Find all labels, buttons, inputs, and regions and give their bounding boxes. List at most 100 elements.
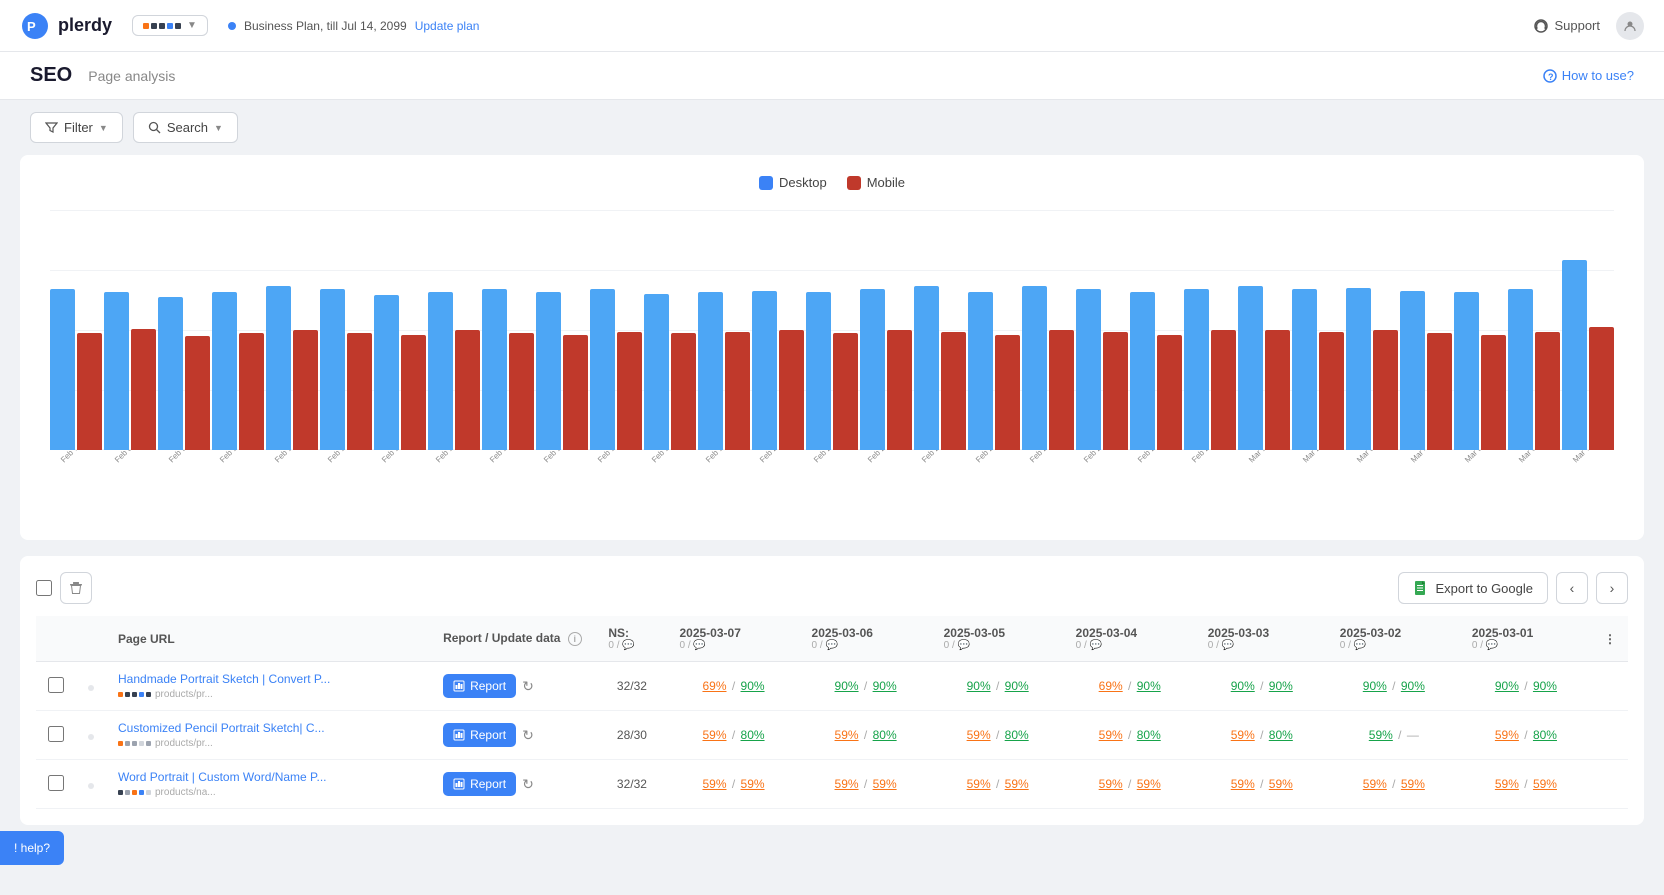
- score-link-s2[interactable]: 90%: [741, 679, 765, 693]
- report-button[interactable]: Report: [443, 674, 516, 698]
- score-link-s2[interactable]: 59%: [1269, 777, 1293, 791]
- score-cell: 90% / 90%: [1472, 679, 1580, 693]
- refresh-button[interactable]: ↻: [522, 727, 534, 744]
- th-date-4-value: 2025-03-03: [1208, 626, 1316, 640]
- score-link-s1[interactable]: 59%: [1231, 777, 1255, 791]
- report-button[interactable]: Report: [443, 723, 516, 747]
- score-link-s2[interactable]: 90%: [1533, 679, 1557, 693]
- bar-mobile: [239, 333, 264, 450]
- score-link-s1[interactable]: 69%: [1099, 679, 1123, 693]
- score-link-s1[interactable]: 59%: [702, 728, 726, 742]
- score-link-s2[interactable]: 80%: [741, 728, 765, 742]
- refresh-button[interactable]: ↻: [522, 678, 534, 695]
- bar-group: [644, 294, 696, 450]
- bar-desktop: [1508, 289, 1533, 450]
- score-link-s1[interactable]: 90%: [967, 679, 991, 693]
- legend-desktop-label: Desktop: [779, 175, 827, 190]
- score-link-s2[interactable]: 90%: [1005, 679, 1029, 693]
- support-button[interactable]: Support: [1533, 18, 1600, 34]
- cell-score-1: 90% / 90%: [800, 662, 932, 711]
- score-link-s1[interactable]: 69%: [702, 679, 726, 693]
- refresh-button[interactable]: ↻: [522, 776, 534, 793]
- bar-mobile: [1265, 330, 1290, 450]
- score-link-s1[interactable]: 90%: [835, 679, 859, 693]
- score-link-s1[interactable]: 90%: [1363, 679, 1387, 693]
- url-dot-4: [146, 692, 151, 697]
- th-date-3-value: 2025-03-04: [1076, 626, 1184, 640]
- bar-mobile: [617, 332, 642, 450]
- row-checkbox[interactable]: [48, 677, 64, 693]
- select-all-checkbox[interactable]: [36, 580, 52, 596]
- dot-dark2: [159, 23, 165, 29]
- bar-mobile: [1373, 330, 1398, 450]
- score-link-s1[interactable]: 59%: [835, 728, 859, 742]
- score-link-s1[interactable]: 59%: [1495, 777, 1519, 791]
- score-link-s1[interactable]: 59%: [835, 777, 859, 791]
- th-date-2-sub: 0 / 💬: [944, 640, 1052, 651]
- score-link-s1[interactable]: 59%: [1495, 728, 1519, 742]
- search-button[interactable]: Search ▼: [133, 112, 238, 143]
- score-link-s1[interactable]: 90%: [1231, 679, 1255, 693]
- score-link-s1[interactable]: 59%: [1099, 777, 1123, 791]
- score-link-s2[interactable]: 80%: [1269, 728, 1293, 742]
- date-label: Mar 3, 2025: [1355, 450, 1392, 464]
- bar-group: [914, 286, 966, 450]
- filter-button[interactable]: Filter ▼: [30, 112, 123, 143]
- score-link-s1[interactable]: 59%: [967, 777, 991, 791]
- search-label: Search: [167, 120, 208, 135]
- report-button[interactable]: Report: [443, 772, 516, 796]
- help-button[interactable]: ! help?: [0, 831, 64, 865]
- row-checkbox[interactable]: [48, 726, 64, 742]
- score-link-s1[interactable]: 59%: [1363, 777, 1387, 791]
- delete-button[interactable]: [60, 572, 92, 604]
- score-separator: /: [1524, 777, 1527, 791]
- score-link-s2[interactable]: 59%: [741, 777, 765, 791]
- score-link-s2[interactable]: 90%: [1401, 679, 1425, 693]
- score-link-s1[interactable]: 59%: [967, 728, 991, 742]
- score-link-s1[interactable]: 90%: [1495, 679, 1519, 693]
- score-link-s1[interactable]: 59%: [1099, 728, 1123, 742]
- page-url-link[interactable]: Customized Pencil Portrait Sketch| C...: [118, 721, 418, 735]
- score-link-s2[interactable]: 90%: [1137, 679, 1161, 693]
- date-label: Feb 10, 2025: [218, 450, 258, 464]
- score-link-s2[interactable]: 90%: [1269, 679, 1293, 693]
- score-link-s2[interactable]: 80%: [873, 728, 897, 742]
- update-plan-link[interactable]: Update plan: [415, 19, 480, 33]
- score-link-s2[interactable]: 59%: [1401, 777, 1425, 791]
- page-url-link[interactable]: Word Portrait | Custom Word/Name P...: [118, 770, 418, 784]
- export-google-button[interactable]: Export to Google: [1398, 572, 1548, 604]
- headphone-icon: [1533, 18, 1549, 34]
- score-link-s1[interactable]: 59%: [1369, 728, 1393, 742]
- score-cell: 90% / 90%: [1340, 679, 1448, 693]
- score-separator: /: [996, 777, 999, 791]
- prev-page-button[interactable]: ‹: [1556, 572, 1588, 604]
- cell-more: [1592, 662, 1628, 711]
- url-dot-3: [139, 692, 144, 697]
- cell-score-0: 59% / 80%: [667, 711, 799, 760]
- bar-group: [104, 292, 156, 450]
- score-link-s1[interactable]: 59%: [702, 777, 726, 791]
- score-link-s2[interactable]: 59%: [1005, 777, 1029, 791]
- score-link-s1[interactable]: 59%: [1231, 728, 1255, 742]
- score-link-s2[interactable]: 90%: [873, 679, 897, 693]
- url-path: products/pr...: [155, 738, 213, 749]
- bar-desktop: [1184, 289, 1209, 450]
- score-cell: 59% / —: [1340, 728, 1448, 742]
- score-link-s2[interactable]: 59%: [1533, 777, 1557, 791]
- plan-badge[interactable]: ▼: [132, 15, 208, 36]
- cell-ns: 32/32: [596, 760, 667, 809]
- url-dot-1: [125, 741, 130, 746]
- score-link-s2[interactable]: 80%: [1533, 728, 1557, 742]
- user-menu-button[interactable]: [1616, 12, 1644, 40]
- bar-desktop: [374, 295, 399, 450]
- th-date-1-value: 2025-03-06: [812, 626, 920, 640]
- score-cell: 59% / 80%: [679, 728, 787, 742]
- page-url-link[interactable]: Handmade Portrait Sketch | Convert P...: [118, 672, 418, 686]
- score-link-s2[interactable]: 59%: [873, 777, 897, 791]
- score-link-s2[interactable]: 80%: [1005, 728, 1029, 742]
- score-link-s2[interactable]: 80%: [1137, 728, 1161, 742]
- how-to-use-button[interactable]: ? How to use?: [1543, 68, 1634, 83]
- next-page-button[interactable]: ›: [1596, 572, 1628, 604]
- score-link-s2[interactable]: 59%: [1137, 777, 1161, 791]
- row-checkbox[interactable]: [48, 775, 64, 791]
